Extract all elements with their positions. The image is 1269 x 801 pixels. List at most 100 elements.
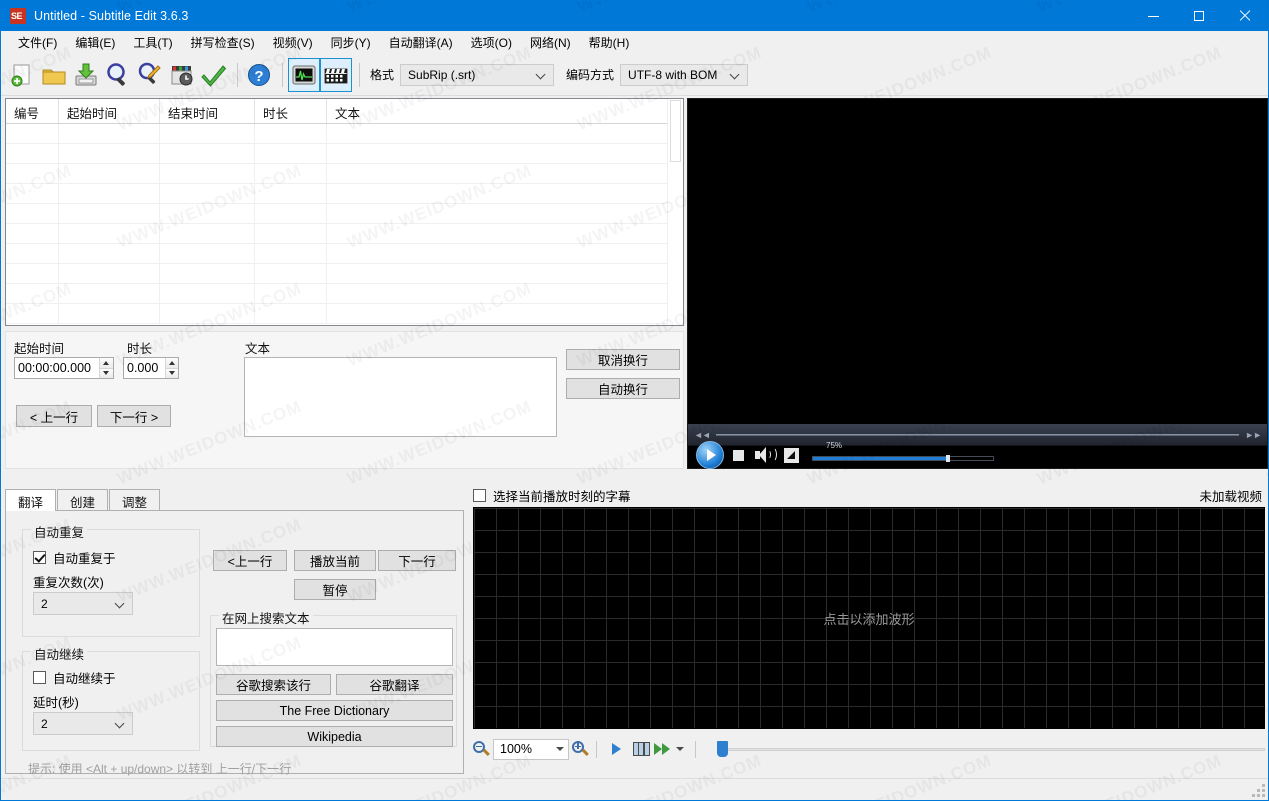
format-combo[interactable]: SubRip (.srt) (400, 63, 555, 86)
menu-options[interactable]: 选项(O) (462, 31, 521, 54)
auto-continue-checkbox-row[interactable]: 自动继续于 (33, 668, 116, 687)
menu-file[interactable]: 文件(F) (9, 31, 66, 54)
table-row[interactable] (6, 124, 683, 144)
close-button[interactable] (1222, 1, 1268, 31)
duration-up-button[interactable] (166, 358, 178, 369)
stop-button[interactable] (733, 449, 744, 461)
start-time-down-button[interactable] (99, 368, 113, 378)
menu-video[interactable]: 视频(V) (264, 31, 322, 54)
auto-repeat-checkbox[interactable] (33, 551, 46, 564)
select-current-subtitle-checkbox[interactable] (473, 488, 486, 502)
table-row[interactable] (6, 204, 683, 224)
duration-spinner[interactable] (123, 357, 179, 379)
encoding-combo[interactable]: UTF-8 with BOM (620, 63, 749, 86)
play-current-button[interactable]: 播放当前 (294, 550, 376, 571)
menu-help[interactable]: 帮助(H) (580, 31, 639, 54)
column-header-number[interactable]: 编号 (6, 99, 59, 123)
edit-prev-line-button[interactable]: < 上一行 (16, 405, 92, 427)
zoom-in-button[interactable] (572, 740, 589, 758)
table-row[interactable] (6, 304, 683, 324)
menu-network[interactable]: 网络(N) (521, 31, 580, 54)
video-player[interactable]: ◄◄ ►► 75% (687, 98, 1268, 469)
column-header-start-time[interactable]: 起始时间 (59, 99, 160, 123)
column-header-text[interactable]: 文本 (327, 99, 667, 123)
edit-next-line-button[interactable]: 下一行 > (97, 405, 171, 427)
spell-check-button[interactable] (199, 59, 229, 91)
resize-grip[interactable] (1252, 784, 1265, 797)
fullscreen-button[interactable] (784, 447, 799, 463)
duration-spin-buttons[interactable] (165, 358, 178, 378)
find-button[interactable] (103, 59, 133, 91)
google-translate-button[interactable]: 谷歌翻译 (336, 674, 453, 695)
list-body[interactable] (6, 124, 683, 324)
toggle-video-button[interactable] (320, 57, 352, 92)
table-row[interactable] (6, 224, 683, 244)
table-row[interactable] (6, 144, 683, 164)
table-row[interactable] (6, 284, 683, 304)
unbreak-button[interactable]: 取消换行 (566, 349, 680, 370)
slider-thumb[interactable] (717, 741, 728, 757)
help-button[interactable]: ? (244, 59, 274, 91)
start-time-up-button[interactable] (99, 358, 113, 369)
duration-down-button[interactable] (166, 368, 178, 378)
tab-create[interactable]: 创建 (57, 489, 109, 511)
toggle-waveform-button[interactable] (288, 57, 320, 92)
menu-auto-translate[interactable]: 自动翻译(A) (380, 31, 462, 54)
mute-button[interactable] (755, 447, 777, 463)
table-row[interactable] (6, 244, 683, 264)
minimize-button[interactable] (1130, 1, 1176, 31)
auto-continue-checkbox[interactable] (33, 671, 46, 684)
zoom-level-combo[interactable]: 100% (493, 738, 569, 760)
waveform-play-button[interactable] (604, 743, 628, 755)
menu-tools[interactable]: 工具(T) (124, 31, 181, 54)
free-dictionary-button[interactable]: The Free Dictionary (216, 700, 453, 721)
translate-next-line-button[interactable]: 下一行 (378, 550, 456, 571)
translate-prev-line-button[interactable]: <上一行 (213, 550, 287, 571)
subtitle-text-input[interactable] (244, 357, 557, 437)
duration-input[interactable] (124, 358, 166, 378)
menu-edit[interactable]: 编辑(E) (66, 31, 124, 54)
zoom-out-button[interactable] (473, 740, 490, 758)
new-file-button[interactable] (7, 59, 37, 91)
tab-adjust[interactable]: 调整 (109, 489, 161, 511)
repeat-count-combo[interactable]: 2 (33, 592, 133, 615)
menu-sync[interactable]: 同步(Y) (322, 31, 380, 54)
waveform-display[interactable]: 点击以添加波形 (473, 507, 1265, 729)
start-time-input[interactable] (15, 358, 99, 378)
google-search-button[interactable]: 谷歌搜索该行 (216, 674, 331, 695)
maximize-button[interactable] (1176, 1, 1222, 31)
column-header-duration[interactable]: 时长 (255, 99, 327, 123)
save-file-button[interactable] (71, 59, 101, 91)
list-scrollbar[interactable] (667, 99, 683, 325)
tab-translate[interactable]: 翻译 (5, 489, 57, 511)
scrollbar-thumb[interactable] (670, 100, 681, 162)
column-header-end-time[interactable]: 结束时间 (160, 99, 255, 123)
advance-button[interactable] (654, 743, 688, 755)
table-row[interactable] (6, 264, 683, 284)
replace-button[interactable] (135, 59, 165, 91)
play-button[interactable] (696, 441, 724, 469)
table-row[interactable] (6, 184, 683, 204)
video-seek-row[interactable]: ◄◄ ►► (688, 428, 1267, 442)
rewind-icon[interactable]: ◄◄ (688, 430, 716, 440)
web-search-input[interactable] (216, 628, 453, 666)
sync-timing-button[interactable] (167, 59, 197, 91)
start-time-spin-buttons[interactable] (98, 358, 113, 378)
video-screen[interactable] (688, 99, 1267, 424)
volume-slider[interactable]: 75% (812, 441, 994, 463)
table-row[interactable] (6, 164, 683, 184)
open-file-button[interactable] (39, 59, 69, 91)
forward-icon[interactable]: ►► (1239, 430, 1267, 440)
pause-button[interactable]: 暂停 (294, 579, 376, 600)
waveform-position-slider[interactable] (717, 741, 1265, 757)
video-seek-bar[interactable] (715, 434, 1240, 436)
autobreak-button[interactable]: 自动换行 (566, 378, 680, 399)
auto-repeat-checkbox-row[interactable]: 自动重复于 (33, 548, 116, 567)
delay-combo[interactable]: 2 (33, 712, 133, 735)
volume-knob[interactable] (946, 455, 950, 462)
start-time-spinner[interactable] (14, 357, 114, 379)
chevron-down-icon[interactable] (676, 747, 684, 751)
shot-changes-button[interactable] (628, 742, 654, 756)
wikipedia-button[interactable]: Wikipedia (216, 726, 453, 747)
menu-spellcheck[interactable]: 拼写检查(S) (182, 31, 264, 54)
